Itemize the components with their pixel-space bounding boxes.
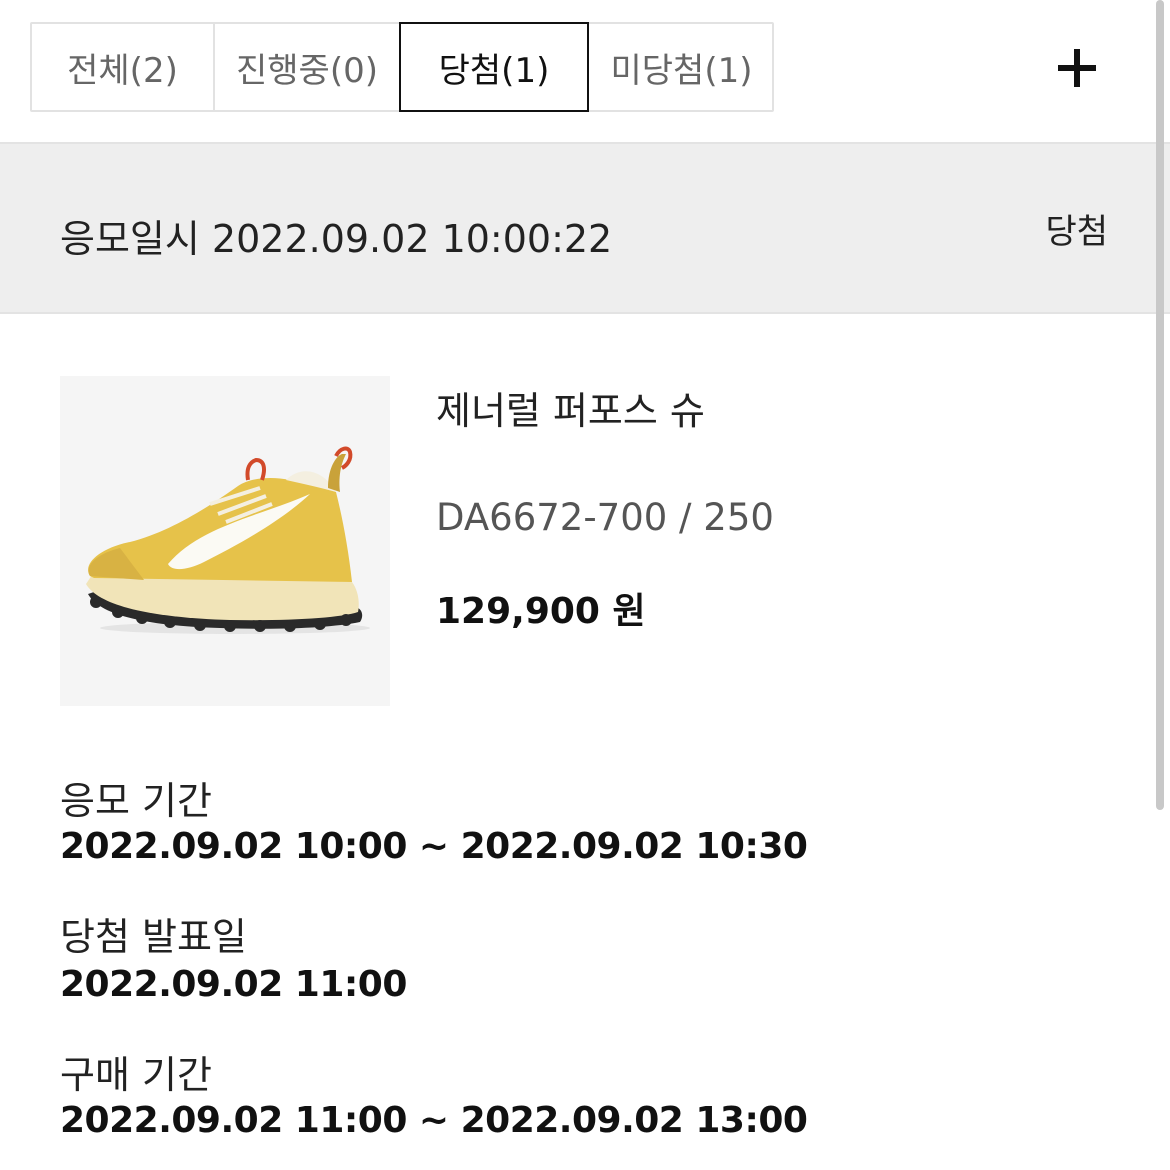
product-image[interactable]	[60, 376, 390, 706]
status-badge: 당첨	[1045, 212, 1108, 252]
tab-not-won[interactable]: 미당첨(1)	[589, 24, 774, 110]
product-price: 129,900 원	[436, 591, 646, 632]
filter-tabs: 전체(2) 진행중(0) 당첨(1) 미당첨(1)	[30, 22, 774, 112]
sneaker-image	[86, 446, 370, 634]
product-name[interactable]: 제너럴 퍼포스 슈	[436, 380, 705, 435]
purchase-period-value: 2022.09.02 11:00 ~ 2022.09.02 13:00	[60, 1100, 808, 1141]
announcement-date-label: 당첨 발표일	[60, 915, 247, 959]
entry-header: 응모일시 2022.09.02 10:00:22 당첨	[0, 142, 1170, 314]
tab-all[interactable]: 전체(2)	[32, 24, 215, 110]
announcement-date-value: 2022.09.02 11:00	[60, 964, 407, 1005]
entry-datetime: 응모일시 2022.09.02 10:00:22	[60, 217, 613, 261]
purchase-period-label: 구매 기간	[60, 1053, 212, 1097]
plus-icon[interactable]	[1052, 40, 1102, 96]
entry-period-value: 2022.09.02 10:00 ~ 2022.09.02 10:30	[60, 826, 808, 867]
entry-period-label: 응모 기간	[60, 779, 212, 823]
draw-result-page: 전체(2) 진행중(0) 당첨(1) 미당첨(1) 응모일시 2022.09.0…	[0, 0, 1170, 1170]
tab-won[interactable]: 당첨(1)	[399, 22, 589, 112]
product-code-size: DA6672-700 / 250	[436, 496, 774, 539]
tab-in-progress[interactable]: 진행중(0)	[215, 24, 401, 110]
scrollbar[interactable]	[1156, 0, 1164, 810]
